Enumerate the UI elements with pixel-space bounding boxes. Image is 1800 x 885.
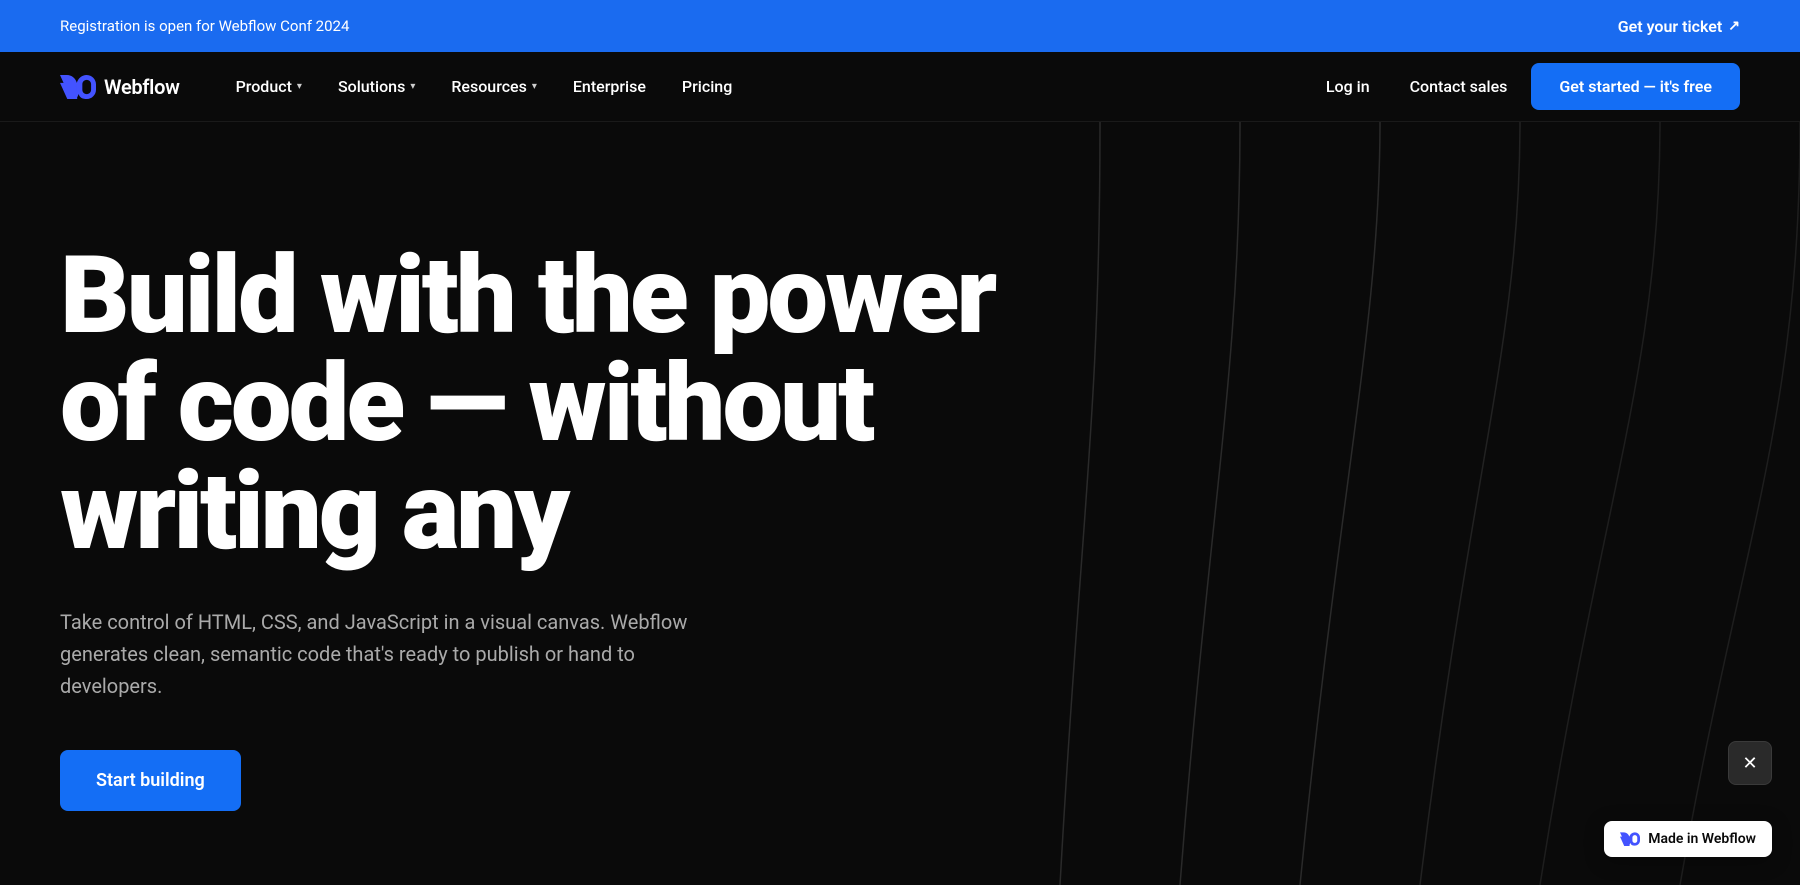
webflow-badge-icon: [1620, 832, 1640, 846]
logo-link[interactable]: Webflow: [60, 75, 180, 99]
nav-right: Log in Contact sales Get started — it's …: [1310, 63, 1740, 110]
announcement-banner: Registration is open for Webflow Conf 20…: [0, 0, 1800, 52]
hero-section: Build with the power of code — without w…: [0, 122, 1800, 885]
webflow-logo-icon: [60, 75, 96, 99]
announcement-link[interactable]: Get your ticket ↗: [1618, 17, 1740, 36]
login-link[interactable]: Log in: [1310, 69, 1386, 104]
hero-background-lines: [900, 122, 1800, 885]
nav-label-enterprise: Enterprise: [573, 77, 646, 96]
nav-label-pricing: Pricing: [682, 77, 732, 96]
nav-item-solutions[interactable]: Solutions ▾: [322, 69, 431, 104]
start-building-button[interactable]: Start building: [60, 750, 241, 811]
nav-item-product[interactable]: Product ▾: [220, 69, 318, 104]
hero-title-line3: writing any: [60, 449, 567, 575]
corner-close-button[interactable]: ✕: [1728, 741, 1772, 785]
chevron-down-icon-product: ▾: [297, 81, 302, 92]
made-in-webflow-badge[interactable]: Made in Webflow: [1604, 821, 1772, 857]
close-icon: ✕: [1742, 753, 1757, 774]
logo-text: Webflow: [104, 75, 180, 99]
announcement-link-text: Get your ticket: [1618, 17, 1723, 36]
nav-item-pricing[interactable]: Pricing: [666, 69, 748, 104]
chevron-down-icon-solutions: ▾: [410, 81, 415, 92]
chevron-down-icon-resources: ▾: [532, 81, 537, 92]
nav-label-resources: Resources: [451, 77, 527, 96]
navbar: Webflow Product ▾ Solutions ▾ Resources …: [0, 52, 1800, 122]
external-link-icon: ↗: [1728, 18, 1740, 34]
made-in-webflow-text: Made in Webflow: [1648, 831, 1756, 847]
nav-item-enterprise[interactable]: Enterprise: [557, 69, 662, 104]
nav-label-solutions: Solutions: [338, 77, 405, 96]
hero-content: Build with the power of code — without w…: [60, 242, 1020, 811]
nav-item-resources[interactable]: Resources ▾: [435, 69, 553, 104]
announcement-text: Registration is open for Webflow Conf 20…: [60, 17, 349, 35]
nav-links: Product ▾ Solutions ▾ Resources ▾ Enterp…: [220, 69, 1310, 104]
nav-label-product: Product: [236, 77, 292, 96]
hero-title: Build with the power of code — without w…: [60, 242, 1020, 566]
hero-subtitle: Take control of HTML, CSS, and JavaScrip…: [60, 606, 740, 702]
get-started-button[interactable]: Get started — it's free: [1531, 63, 1740, 110]
contact-sales-link[interactable]: Contact sales: [1394, 69, 1524, 104]
